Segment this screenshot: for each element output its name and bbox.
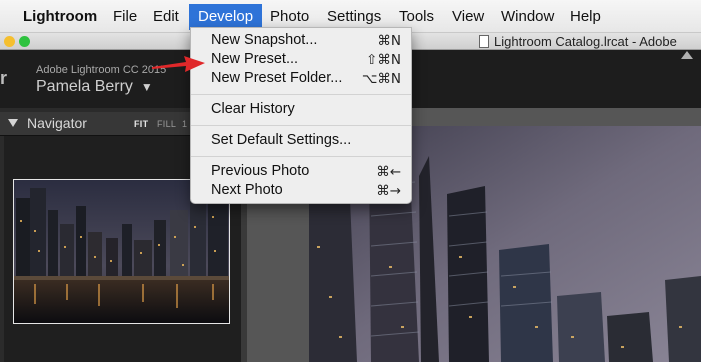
- navigator-title: Navigator: [27, 115, 87, 131]
- window-title: Lightroom Catalog.lrcat - Adobe: [494, 34, 677, 49]
- collapse-top-panel-icon[interactable]: [681, 51, 693, 59]
- next-photo-label: Next Photo: [211, 182, 283, 198]
- new-preset-folder-shortcut: ⌥⌘N: [361, 71, 401, 87]
- red-arrow-icon: [152, 56, 205, 72]
- previous-photo-label: Previous Photo: [211, 163, 310, 179]
- lightroom-logo-icon: r: [0, 68, 8, 88]
- chevron-down-icon: ▼: [140, 80, 153, 94]
- user-name-label: Pamela Berry: [36, 78, 133, 95]
- new-preset-folder-label: New Preset Folder...: [211, 70, 343, 86]
- zoom-fill-option[interactable]: FILL: [157, 119, 176, 129]
- new-preset-shortcut: ⇧⌘N: [366, 52, 401, 68]
- clear-history-label: Clear History: [211, 101, 295, 117]
- next-photo-shortcut: ⌘→: [376, 183, 401, 199]
- product-name: Adobe Lightroom CC 2015: [36, 64, 167, 76]
- new-snapshot-label: New Snapshot...: [211, 32, 318, 48]
- menu-edit[interactable]: Edit: [144, 0, 188, 33]
- menu-separator: [191, 94, 411, 95]
- menu-file[interactable]: File: [104, 0, 146, 33]
- new-snapshot-shortcut: ⌘N: [377, 33, 401, 49]
- develop-menu-dropdown: New Snapshot... ⌘N New Preset... ⇧⌘N New…: [190, 27, 412, 204]
- menu-help[interactable]: Help: [561, 0, 610, 33]
- minimize-button[interactable]: [4, 36, 15, 47]
- user-name[interactable]: Pamela Berry ▼: [36, 78, 153, 96]
- document-icon: [479, 35, 489, 48]
- menu-separator: [191, 156, 411, 157]
- menu-lightroom[interactable]: Lightroom: [14, 0, 106, 33]
- new-preset-label: New Preset...: [211, 51, 299, 67]
- menu-separator: [191, 125, 411, 126]
- zoom-fit-option[interactable]: FIT: [134, 119, 148, 129]
- menu-window[interactable]: Window: [492, 0, 563, 33]
- zoom-1-option[interactable]: 1: [182, 119, 187, 129]
- set-default-settings-label: Set Default Settings...: [211, 132, 352, 148]
- zoom-button[interactable]: [19, 36, 30, 47]
- previous-photo-shortcut: ⌘←: [376, 164, 401, 180]
- menu-view[interactable]: View: [443, 0, 493, 33]
- triangle-down-icon[interactable]: [8, 119, 18, 127]
